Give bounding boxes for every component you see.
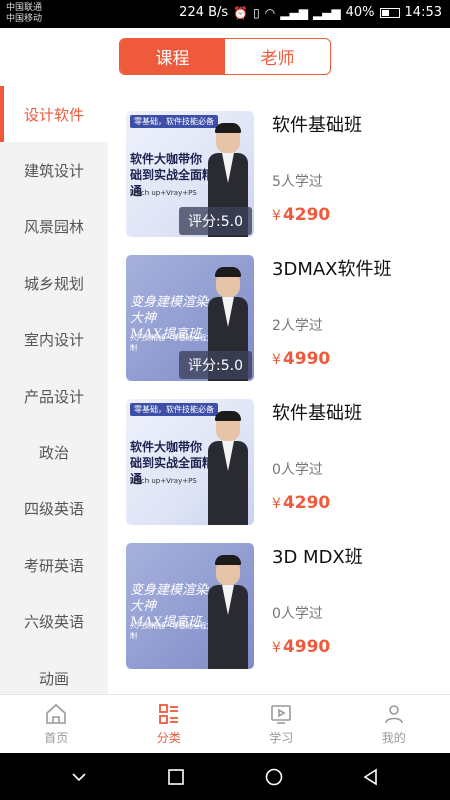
course-price: ¥4990 — [272, 637, 330, 657]
battery-percent: 40% — [345, 5, 375, 20]
price-value: 4290 — [282, 493, 331, 513]
back-icon[interactable] — [361, 767, 381, 787]
sidebar-item-2[interactable]: 风景园林 — [0, 199, 108, 255]
person-icon — [384, 705, 403, 724]
category-sidebar: 设计软件 建筑设计 风景园林 城乡规划 室内设计 产品设计 政治 四级英语 考研英语 六级英语 动画 — [0, 86, 108, 694]
sidebar-item-0[interactable]: 设计软件 — [0, 86, 108, 143]
student-count: 5人学过 — [272, 174, 323, 190]
course-card[interactable]: 零基础，软件技能必备 软件大咖带你 础到实战全面精通 ketch up+Vray+P… — [126, 399, 436, 525]
chevron-down-icon[interactable] — [69, 767, 89, 787]
recents-icon[interactable] — [166, 767, 186, 787]
course-price: ¥4290 — [272, 205, 330, 225]
sidebar-item-9[interactable]: 六级英语 — [0, 594, 108, 650]
carrier-2: 中国移动 — [6, 14, 43, 24]
category-icon — [158, 704, 178, 724]
currency-symbol: ¥ — [272, 208, 281, 224]
wifi-icon: ◠ — [264, 5, 276, 20]
course-title: 3DMAX软件班 — [272, 259, 392, 280]
alarm-icon: ⏰ — [233, 5, 249, 20]
thumbnail-subtext: ketch up+Vray+PS — [130, 477, 197, 485]
battery-icon — [379, 7, 400, 18]
play-icon — [271, 705, 292, 724]
status-right: 224 B/s ⏰ ▯ ◠ ▂▄▆ ▂▄▆ 40% 14:53 — [179, 5, 442, 20]
signal-4g-icon: ▂▄▆ — [312, 5, 341, 20]
top-bar: 课程 老师 — [0, 28, 450, 86]
home-button-icon[interactable] — [264, 767, 284, 787]
student-count: 0人学过 — [272, 606, 323, 622]
course-thumbnail: 变身建模渲染大神 MAX提高班 入门到精通 · 零基础全程定制 评分:5.0 — [126, 255, 254, 381]
tab-study-label: 学习 — [269, 731, 294, 745]
thumbnail-subtext: 入门到精通 · 零基础全程定制 — [130, 334, 214, 352]
currency-symbol: ¥ — [272, 496, 281, 512]
course-title: 软件基础班 — [272, 115, 362, 136]
sidebar-item-3[interactable]: 城乡规划 — [0, 255, 108, 311]
sidebar-item-1[interactable]: 建筑设计 — [0, 142, 108, 198]
course-info: 软件基础班 5人学过 ¥4290 — [272, 111, 436, 237]
course-card[interactable]: 变身建模渲染大神 MAX提高班 入门到精通 · 零基础全程定制 3D MDX班 0人学… — [126, 543, 436, 669]
network-speed: 224 B/s — [179, 5, 229, 20]
student-count: 2人学过 — [272, 318, 323, 334]
price-value: 4990 — [282, 637, 331, 657]
segment-control: 课程 老师 — [119, 38, 331, 75]
clock: 14:53 — [404, 5, 442, 20]
teacher-photo — [208, 411, 248, 525]
course-title: 3D MDX班 — [272, 547, 363, 568]
status-bar: 中国联通 中国移动 224 B/s ⏰ ▯ ◠ ▂▄▆ ▂▄▆ 40% 14:5… — [0, 0, 450, 28]
segment-teachers[interactable]: 老师 — [225, 39, 330, 74]
vibrate-icon: ▯ — [253, 5, 260, 20]
tab-category-label: 分类 — [156, 731, 181, 745]
course-list: 零基础，软件技能必备 软件大咖带你 础到实战全面精通 ketch up+Vray+P… — [108, 86, 450, 694]
teacher-photo — [208, 555, 248, 669]
bottom-tab-bar: 首页 分类 学习 我的 — [0, 694, 450, 753]
thumbnail-subtext: ketch up+Vray+PS — [130, 189, 197, 197]
course-info: 3D MDX班 0人学过 ¥4990 — [272, 543, 436, 669]
tab-category[interactable]: 分类 — [113, 695, 226, 753]
student-count: 0人学过 — [272, 462, 323, 478]
price-value: 4990 — [282, 349, 331, 369]
sidebar-item-4[interactable]: 室内设计 — [0, 312, 108, 368]
sidebar-item-7[interactable]: 四级英语 — [0, 481, 108, 537]
course-card[interactable]: 变身建模渲染大神 MAX提高班 入门到精通 · 零基础全程定制 评分:5.0 3DMA… — [126, 255, 436, 381]
course-price: ¥4290 — [272, 493, 330, 513]
carrier-1: 中国联通 — [6, 3, 43, 13]
course-title: 软件基础班 — [272, 403, 362, 424]
rating-badge: 评分:5.0 — [179, 351, 252, 379]
system-nav-bar — [0, 753, 450, 800]
currency-symbol: ¥ — [272, 352, 281, 368]
price-value: 4290 — [282, 205, 331, 225]
sidebar-item-5[interactable]: 产品设计 — [0, 368, 108, 424]
course-thumbnail: 零基础，软件技能必备 软件大咖带你 础到实战全面精通 ketch up+Vray+P… — [126, 111, 254, 237]
thumbnail-tag: 零基础，软件技能必备 — [130, 403, 218, 416]
course-card[interactable]: 零基础，软件技能必备 软件大咖带你 础到实战全面精通 ketch up+Vray+P… — [126, 111, 436, 237]
sidebar-item-10[interactable]: 动画 — [0, 650, 108, 694]
tab-home-label: 首页 — [44, 731, 69, 745]
thumbnail-subtext: 入门到精通 · 零基础全程定制 — [130, 622, 214, 640]
tab-home[interactable]: 首页 — [0, 695, 113, 753]
currency-symbol: ¥ — [272, 640, 281, 656]
home-icon — [46, 703, 67, 724]
thumbnail-tag: 零基础，软件技能必备 — [130, 115, 218, 128]
tab-mine[interactable]: 我的 — [338, 695, 450, 753]
course-thumbnail: 变身建模渲染大神 MAX提高班 入门到精通 · 零基础全程定制 — [126, 543, 254, 669]
sidebar-item-6[interactable]: 政治 — [0, 424, 108, 480]
tab-study[interactable]: 学习 — [225, 695, 338, 753]
rating-badge: 评分:5.0 — [179, 207, 252, 235]
sidebar-item-8[interactable]: 考研英语 — [0, 537, 108, 593]
segment-courses[interactable]: 课程 — [120, 39, 225, 74]
course-info: 3DMAX软件班 2人学过 ¥4990 — [272, 255, 436, 381]
course-info: 软件基础班 0人学过 ¥4290 — [272, 399, 436, 525]
course-price: ¥4990 — [272, 349, 330, 369]
carrier-info: 中国联通 中国移动 — [6, 3, 42, 25]
signal-icon: ▂▄▆ — [280, 5, 308, 20]
course-thumbnail: 零基础，软件技能必备 软件大咖带你 础到实战全面精通 ketch up+Vray+P… — [126, 399, 254, 525]
tab-mine-label: 我的 — [381, 731, 406, 745]
